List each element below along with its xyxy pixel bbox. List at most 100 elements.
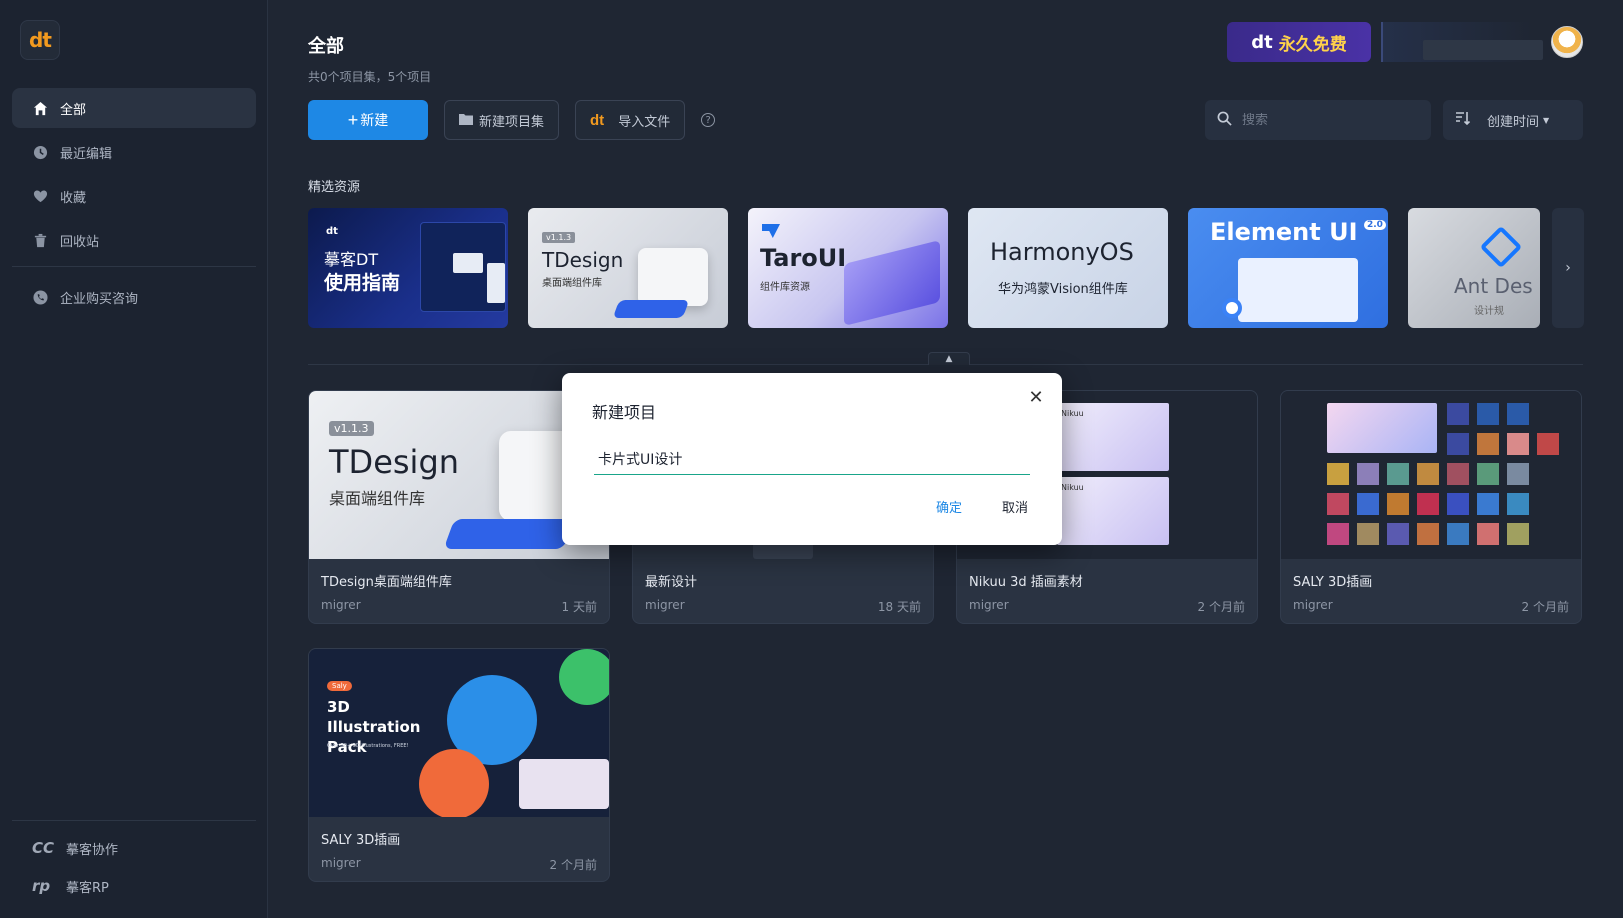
project-owner: migrer — [645, 598, 685, 612]
project-title: SALY 3D插画 — [1293, 575, 1373, 590]
search-input[interactable] — [1242, 112, 1412, 128]
close-icon[interactable]: ✕ — [1024, 385, 1048, 409]
featured-resources: dt 摹客DT 使用指南 v1.1.3 TDesign 桌面端组件库 TaroU… — [308, 208, 1584, 328]
element-dashboard-mock — [1238, 258, 1358, 322]
orange-planet — [419, 749, 489, 817]
dt-logo-icon: dt — [590, 111, 605, 129]
topbar-right: dt 永久免费 — [1227, 22, 1583, 62]
project-meta: migrer 18 天前 — [645, 598, 921, 615]
chevron-right-icon: › — [1565, 260, 1571, 276]
featured-sub: 设计规 — [1474, 306, 1504, 317]
heart-icon — [32, 188, 48, 204]
tdesign-blue-shape — [612, 300, 690, 318]
modal-actions: 确定 取消 — [936, 497, 1028, 516]
project-time: 18 天前 — [877, 600, 921, 614]
featured-card-harmonyos[interactable]: HarmonyOS 华为鸿蒙Vision组件库 — [968, 208, 1168, 328]
sidebar-item-recent[interactable]: 最近编辑 — [12, 132, 256, 172]
sidebar-item-favorites[interactable]: 收藏 — [12, 176, 256, 216]
clock-icon — [32, 144, 48, 160]
project-owner: migrer — [969, 598, 1009, 612]
cancel-button[interactable]: 取消 — [1002, 497, 1028, 516]
rp-logo-icon: rp — [32, 877, 51, 895]
toolbar: + 新建 新建项目集 dt 导入文件 ? — [308, 100, 716, 140]
featured-card-taroui[interactable]: TaroUI 组件库资源 — [748, 208, 948, 328]
app-logo[interactable]: dt — [20, 20, 60, 60]
project-info: TDesign桌面端组件库 migrer 1 天前 — [309, 559, 609, 615]
search-box[interactable] — [1205, 100, 1431, 140]
sidebar: dt 全部 最近编辑 收藏 回收站 企业购买咨询 CC 摹客协作 rp 摹客RP — [0, 0, 268, 918]
sort-label: 创建时间 — [1487, 114, 1540, 130]
featured-title: HarmonyOS — [990, 238, 1134, 266]
help-icon[interactable]: ? — [701, 113, 716, 127]
collapse-toggle[interactable]: ▲ — [928, 352, 970, 365]
sort-icon — [1455, 111, 1471, 129]
project-title: TDesign桌面端组件库 — [321, 575, 452, 590]
project-owner: migrer — [1293, 598, 1333, 612]
cc-logo-icon: CC — [32, 839, 55, 857]
page-title: 全部 — [308, 36, 344, 57]
sidebar-item-trash[interactable]: 回收站 — [12, 220, 256, 260]
tdesign-3d-shape — [638, 248, 708, 306]
featured-title: TaroUI — [760, 244, 847, 272]
sidebar-item-label: 全部 — [60, 102, 87, 118]
thumb-version: v1.1.3 — [329, 421, 374, 436]
confirm-button[interactable]: 确定 — [936, 497, 962, 516]
sidebar-divider — [12, 266, 256, 267]
featured-card-elementui[interactable]: Element UI 2.0 — [1188, 208, 1388, 328]
ant-logo-icon — [1479, 225, 1523, 269]
project-meta: migrer 2 个月前 — [321, 856, 597, 873]
project-time: 2 个月前 — [549, 858, 597, 872]
project-thumbnail — [1281, 391, 1581, 559]
avatar[interactable] — [1551, 26, 1583, 58]
sidebar-item-cc[interactable]: CC 摹客协作 — [12, 829, 256, 867]
project-card[interactable]: Saly 3D Illustration Pack Over 30+ 3D Il… — [308, 648, 610, 882]
taro-3d-shape — [844, 240, 940, 326]
new-button-label: 新建 — [360, 112, 389, 128]
caret-down-icon: ▼ — [1543, 115, 1550, 125]
plus-icon: + — [347, 109, 359, 130]
featured-card-tdesign[interactable]: v1.1.3 TDesign 桌面端组件库 — [528, 208, 728, 328]
new-project-set-button[interactable]: 新建项目集 — [444, 100, 560, 140]
featured-tag: dt — [326, 226, 338, 237]
featured-title: TDesign — [542, 248, 624, 272]
element-chart-mock — [1222, 298, 1242, 318]
green-circle — [559, 649, 609, 705]
page-subtitle: 共0个项目集，5个项目 — [308, 70, 432, 84]
thumb-sub: 桌面端组件库 — [329, 489, 426, 508]
sidebar-item-label: 收藏 — [60, 190, 87, 206]
project-info: SALY 3D插画 migrer 2 个月前 — [1281, 559, 1581, 615]
featured-next-button[interactable]: › — [1552, 208, 1584, 328]
promo-logo: dt — [1251, 31, 1273, 53]
sidebar-item-rp[interactable]: rp 摹客RP — [12, 867, 256, 905]
featured-label: 精选资源 — [308, 180, 361, 195]
featured-card-dt-guide[interactable]: dt 摹客DT 使用指南 — [308, 208, 508, 328]
project-meta: migrer 2 个月前 — [969, 598, 1245, 615]
featured-sub: 桌面端组件库 — [542, 278, 602, 289]
new-button[interactable]: + 新建 — [308, 100, 428, 140]
search-icon — [1217, 111, 1232, 130]
promo-banner[interactable]: dt 永久免费 — [1227, 22, 1371, 62]
saly-icon-grid — [1327, 403, 1559, 553]
thumb-blue-shape — [443, 519, 575, 549]
user-name-area[interactable] — [1381, 22, 1543, 62]
chevron-up-icon: ▲ — [945, 354, 953, 364]
blurred-username — [1423, 40, 1543, 60]
sidebar-item-label: 摹客RP — [66, 880, 109, 896]
taro-logo-icon — [762, 224, 780, 238]
modal-title: 新建项目 — [592, 403, 657, 422]
import-file-button[interactable]: dt 导入文件 — [575, 100, 686, 140]
new-project-set-label: 新建项目集 — [479, 113, 545, 129]
project-card[interactable]: SALY 3D插画 migrer 2 个月前 — [1280, 390, 1582, 624]
featured-badge: 2.0 — [1364, 220, 1386, 230]
sidebar-item-enterprise[interactable]: 企业购买咨询 — [12, 277, 256, 317]
sidebar-item-label: 回收站 — [60, 234, 100, 250]
sort-dropdown[interactable]: 创建时间 ▼ — [1443, 100, 1583, 140]
featured-card-antdesign[interactable]: Ant Des 设计规 — [1408, 208, 1540, 328]
project-name-input[interactable] — [594, 443, 1030, 475]
featured-sub: 组件库资源 — [760, 282, 810, 293]
trash-icon — [32, 232, 48, 248]
project-thumbnail: Saly 3D Illustration Pack Over 30+ 3D Il… — [309, 649, 609, 817]
promo-text: 永久免费 — [1278, 34, 1347, 55]
sidebar-item-all[interactable]: 全部 — [12, 88, 256, 128]
project-meta: migrer 1 天前 — [321, 598, 597, 615]
